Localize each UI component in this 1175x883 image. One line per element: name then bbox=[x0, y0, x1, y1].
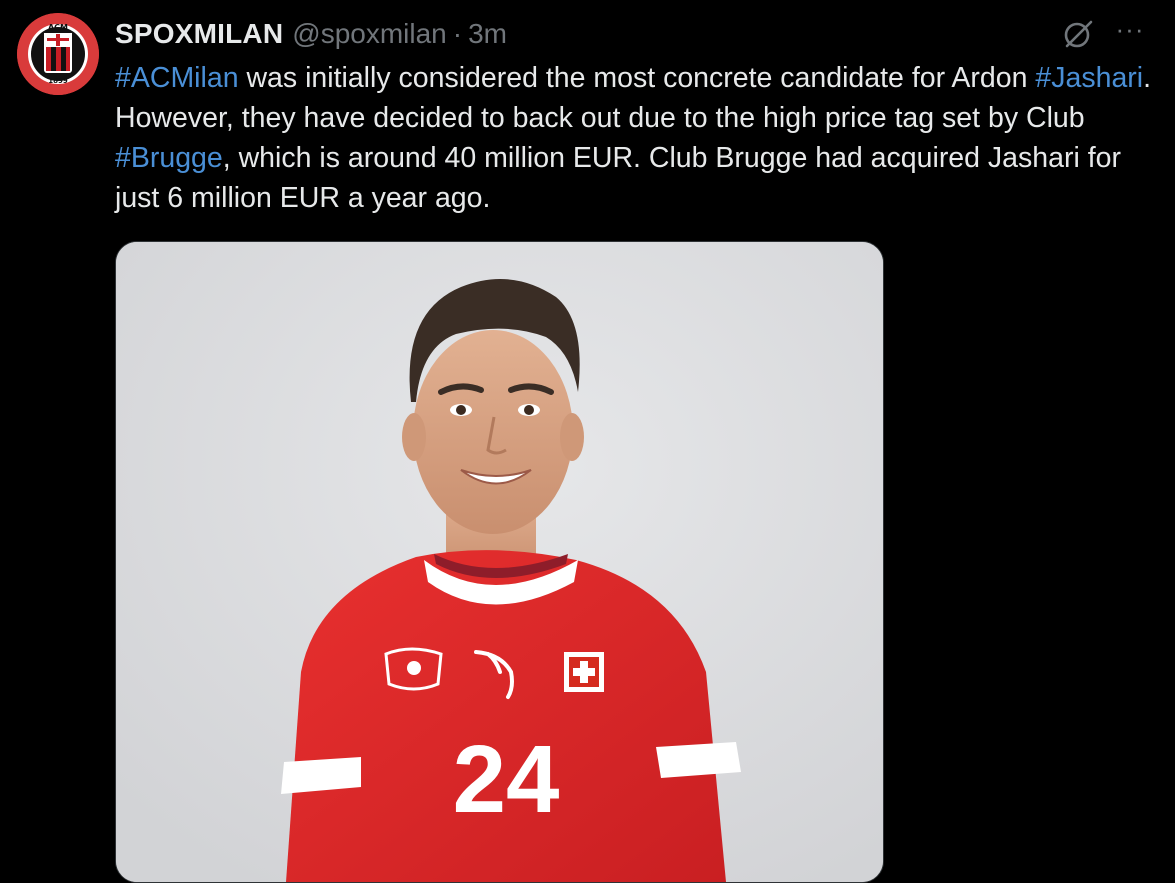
svg-text:1899: 1899 bbox=[48, 77, 68, 85]
ac-milan-crest-icon: ACM 1899 bbox=[17, 13, 99, 95]
tweet-header: SPOXMILAN @spoxmilan · 3m bbox=[115, 14, 507, 54]
hashtag-jashari[interactable]: #Jashari bbox=[1035, 62, 1143, 94]
jersey-number: 24 bbox=[453, 726, 560, 833]
tweet-text-part: , which is around 40 million EUR. Club B… bbox=[115, 142, 1121, 214]
separator-dot: · bbox=[452, 18, 463, 49]
svg-text:ACM: ACM bbox=[48, 23, 68, 32]
tweet-media-image[interactable]: 24 bbox=[115, 241, 884, 883]
author-handle[interactable]: @spoxmilan bbox=[292, 18, 446, 50]
hashtag-brugge[interactable]: #Brugge bbox=[115, 142, 223, 174]
author-avatar[interactable]: ACM 1899 bbox=[17, 13, 99, 95]
hashtag-acmilan[interactable]: #ACMilan bbox=[115, 62, 239, 94]
player-photo: 24 bbox=[116, 242, 883, 882]
author-name[interactable]: SPOXMILAN bbox=[115, 18, 283, 50]
tweet-text: #ACMilan was initially considered the mo… bbox=[115, 58, 1155, 218]
tweet-text-part: was initially considered the most concre… bbox=[238, 62, 1036, 94]
swiss-cross-icon bbox=[564, 652, 604, 692]
tweet-timestamp[interactable]: 3m bbox=[468, 18, 507, 50]
more-options-button[interactable]: ··· bbox=[1110, 14, 1150, 48]
grok-icon[interactable] bbox=[1061, 17, 1095, 51]
